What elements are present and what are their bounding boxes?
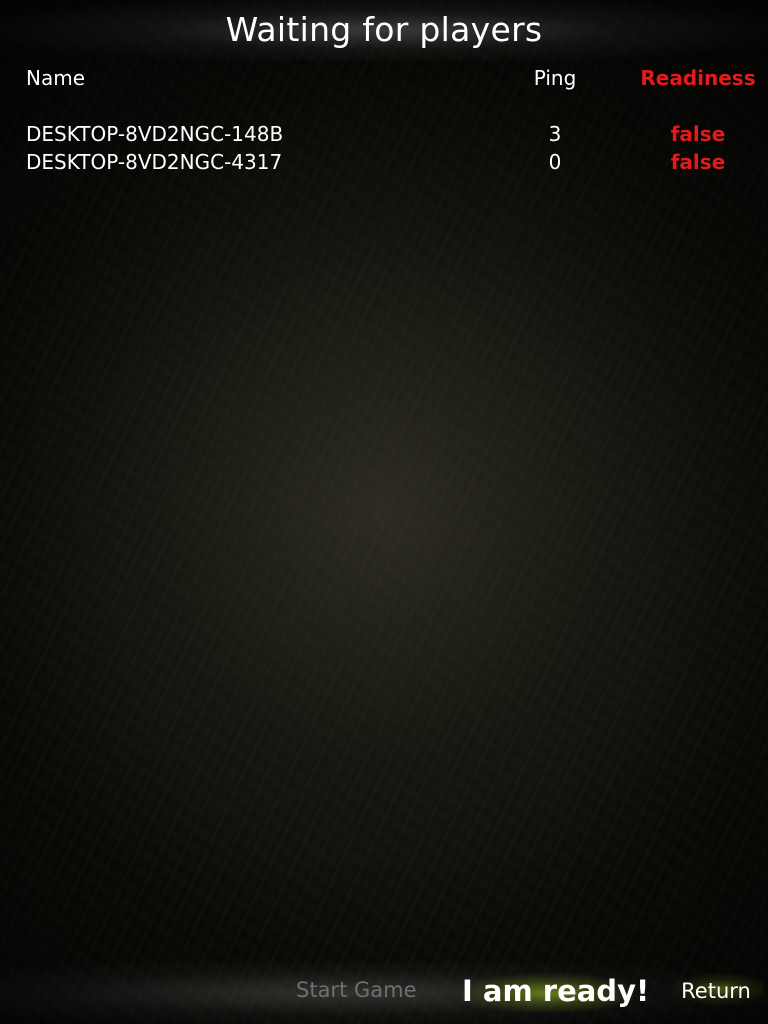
page-title: Waiting for players	[225, 10, 543, 49]
header-name: Name	[26, 66, 86, 90]
player-ping: 3	[548, 122, 562, 146]
header-ping: Ping	[533, 66, 577, 90]
table-row: DESKTOP-8VD2NGC-148B 3 false	[0, 118, 768, 146]
table-header-row: Name Ping Readiness	[0, 62, 768, 96]
ready-button[interactable]: I am ready!	[462, 970, 649, 1012]
lobby-screen: Waiting for players Name Ping Readiness …	[0, 0, 768, 1024]
return-button[interactable]: Return	[668, 972, 764, 1010]
player-name: DESKTOP-8VD2NGC-4317	[26, 150, 283, 174]
header-readiness: Readiness	[640, 66, 756, 90]
player-readiness: false	[670, 150, 726, 174]
players-table: Name Ping Readiness DESKTOP-8VD2NGC-148B…	[0, 62, 768, 174]
player-readiness: false	[670, 122, 726, 146]
player-ping: 0	[548, 150, 562, 174]
table-row: DESKTOP-8VD2NGC-4317 0 false	[0, 146, 768, 174]
start-game-button[interactable]: Start Game	[296, 978, 417, 1002]
player-name: DESKTOP-8VD2NGC-148B	[26, 122, 284, 146]
